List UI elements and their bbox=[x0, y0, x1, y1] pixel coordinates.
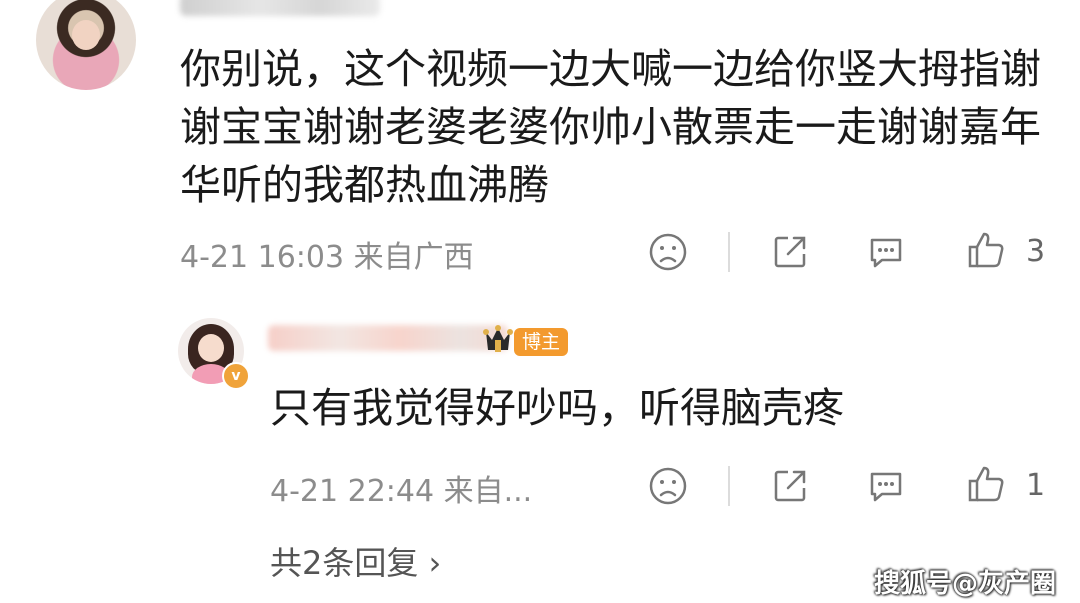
sad-face-icon[interactable] bbox=[648, 232, 688, 272]
thumbs-up-icon[interactable] bbox=[966, 230, 1006, 270]
verified-badge: v bbox=[222, 362, 250, 390]
watermark: 搜狐号@灰产圈 bbox=[873, 569, 1056, 599]
replier-name-blurred bbox=[268, 325, 508, 351]
action-divider bbox=[728, 466, 730, 506]
comment-icon[interactable] bbox=[866, 232, 906, 272]
share-icon[interactable] bbox=[770, 466, 810, 506]
comment-timestamp: 4-21 16:03 来自广西 bbox=[180, 240, 474, 275]
like-count: 3 bbox=[1026, 234, 1046, 269]
avatar-face bbox=[72, 20, 100, 50]
like-count: 1 bbox=[1026, 468, 1046, 503]
reply-timestamp: 4-21 22:44 来自... bbox=[270, 474, 533, 509]
view-more-replies-link[interactable]: 共2条回复 › bbox=[270, 538, 441, 584]
thumbs-up-icon[interactable] bbox=[966, 464, 1006, 504]
share-icon[interactable] bbox=[770, 232, 810, 272]
action-divider bbox=[728, 232, 730, 272]
comment-text: 你别说，这个视频一边大喊一边给你竖大拇指谢谢宝宝谢谢老婆老婆你帅小散票走一走谢谢… bbox=[180, 45, 1041, 209]
reply-text: 只有我觉得好吵吗，听得脑壳疼 bbox=[270, 384, 844, 432]
commenter-avatar[interactable] bbox=[36, 0, 136, 90]
crown-icon bbox=[482, 322, 514, 356]
sad-face-icon[interactable] bbox=[648, 466, 688, 506]
avatar-face bbox=[198, 334, 224, 362]
comment-icon[interactable] bbox=[866, 466, 906, 506]
author-badge: 博主 bbox=[514, 328, 569, 356]
commenter-name-blurred bbox=[180, 0, 380, 16]
